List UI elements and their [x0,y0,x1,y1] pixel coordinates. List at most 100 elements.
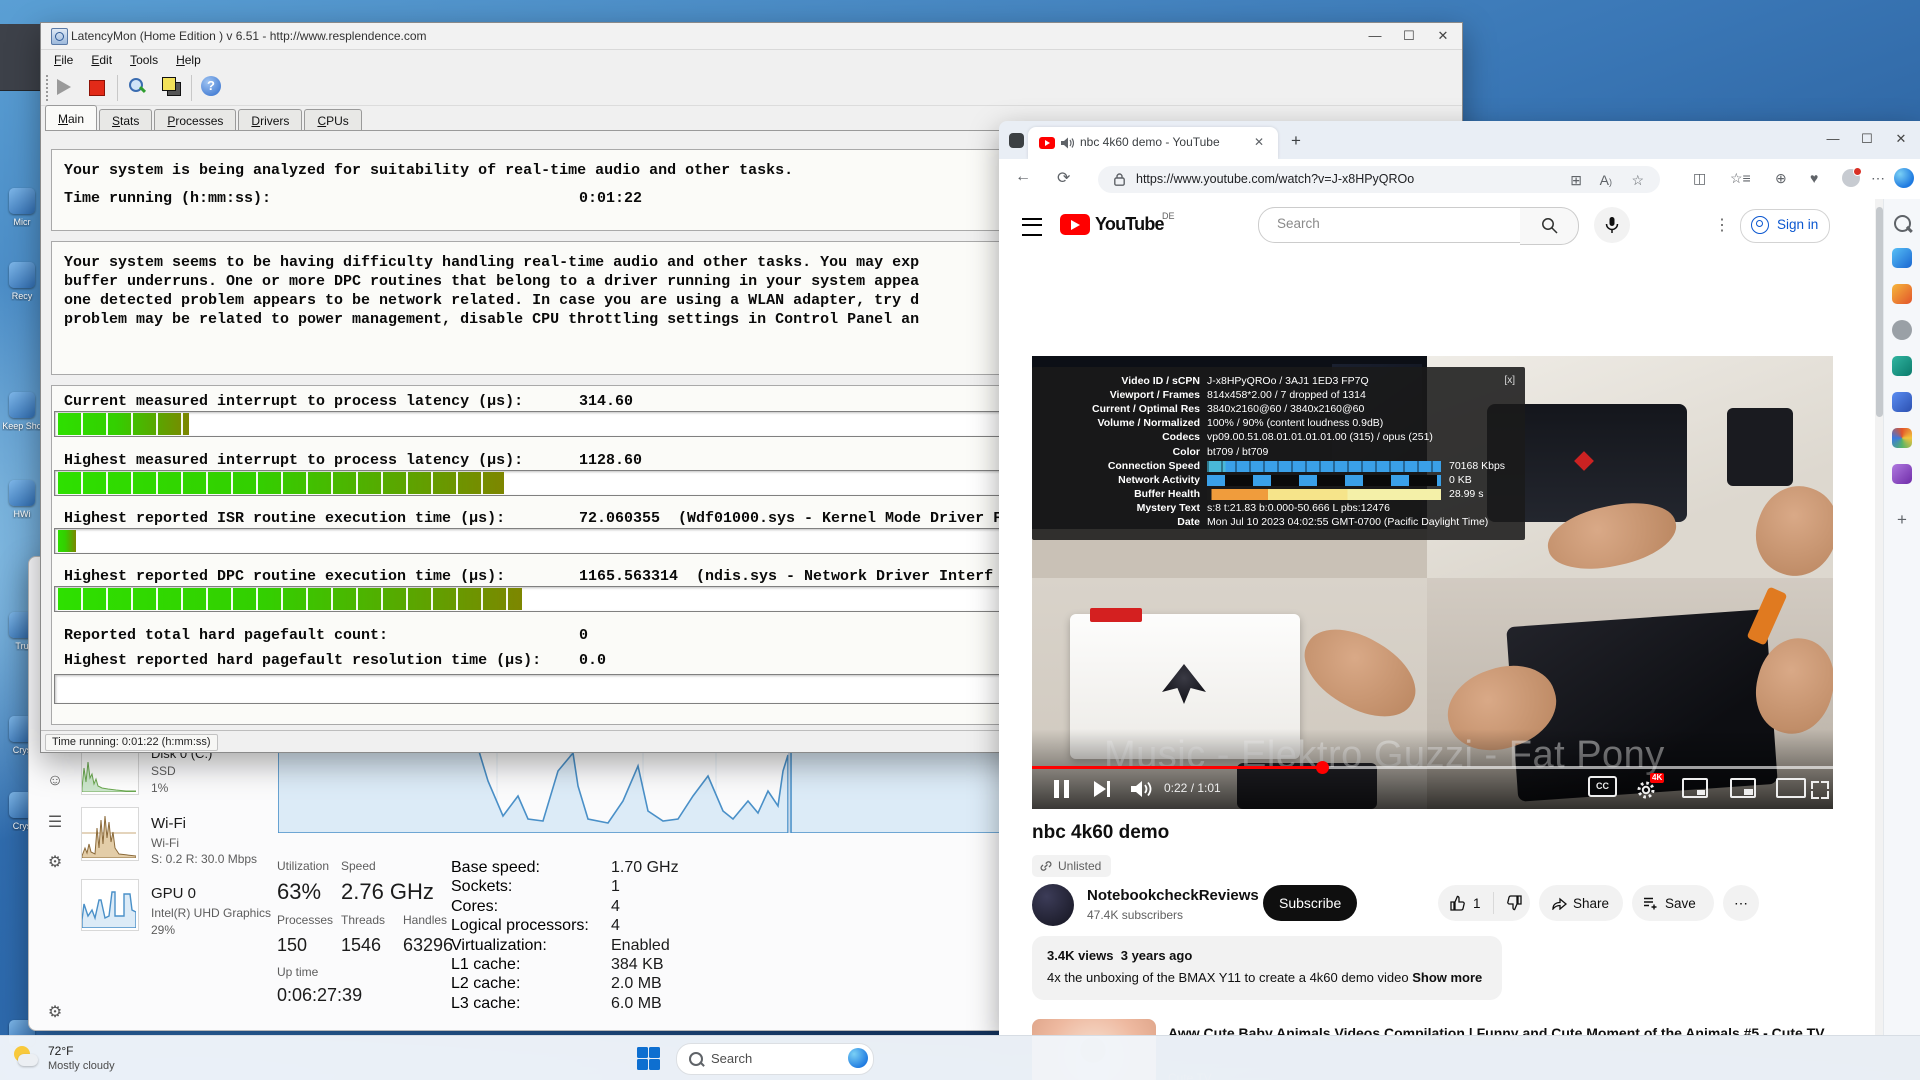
browser-tab[interactable]: nbc 4k60 demo - YouTube ✕ [1028,127,1278,159]
edge-browser-window[interactable]: nbc 4k60 demo - YouTube ✕ + — ☐ ✕ ← ⟳ ht… [999,121,1920,1035]
captions-button[interactable]: CC [1588,776,1617,797]
latencymon-titlebar[interactable]: LatencyMon (Home Edition ) v 6.51 - http… [41,23,1462,50]
window-minimize-button[interactable]: — [1818,125,1848,153]
settings-menu-icon[interactable]: ⋯ [1871,170,1885,187]
help-icon[interactable]: ? [201,76,221,96]
sidebar-app-icon[interactable] [1892,428,1912,448]
apps-icon[interactable]: ⊞ [1570,172,1582,189]
details-list-icon[interactable]: ☰ [45,813,65,833]
more-actions-button[interactable]: ⋯ [1723,885,1759,921]
favorite-star-icon[interactable]: ☆ [1631,172,1644,189]
video-player[interactable]: [x] Video ID / sCPN J-x8HPyQROo / 3AJ1 1… [1032,356,1833,809]
desktop-icon[interactable]: HWi [2,480,42,519]
users-icon[interactable]: ☺ [45,771,65,791]
browser-essentials-icon[interactable]: ♥ [1810,170,1818,186]
collections-icon[interactable]: ⊕ [1775,170,1787,187]
share-button[interactable]: Share [1539,885,1623,921]
next-button[interactable] [1090,778,1114,800]
youtube-logo-text[interactable]: YouTube [1095,214,1164,235]
settings-icon[interactable]: ⚙ [45,1003,65,1023]
split-screen-icon[interactable]: ◫ [1693,170,1706,187]
sidebar-app-icon[interactable] [1892,320,1912,340]
start-button[interactable] [636,1046,660,1070]
tab-close-icon[interactable]: ✕ [1254,135,1264,149]
subscribe-button[interactable]: Subscribe [1263,885,1357,921]
tab-audio-icon[interactable] [1061,137,1074,149]
sign-in-button[interactable]: Sign in [1740,209,1830,243]
gpu-name[interactable]: GPU 0 [151,885,196,902]
menu-item[interactable]: Tools [121,50,167,70]
cpu-utilization-chart[interactable] [278,741,1011,833]
tab-workspaces-icon[interactable] [1009,133,1024,148]
description-box[interactable]: 3.4K views 3 years ago 4x the unboxing o… [1032,936,1502,1000]
gpu-mini-graph[interactable] [81,879,139,931]
fullscreen-button[interactable] [1811,781,1829,799]
new-tab-button[interactable]: + [1291,131,1301,151]
stop-monitor-icon[interactable] [89,80,105,96]
menu-item[interactable]: Edit [82,50,121,70]
sidebar-app-icon[interactable] [1892,356,1912,376]
scrollbar-thumb[interactable] [1876,207,1883,417]
desktop-icon[interactable]: Keep Sho [2,392,42,431]
url-text[interactable]: https://www.youtube.com/watch?v=J-x8HPyQ… [1136,172,1414,186]
stats-close-button[interactable]: [x] [1504,375,1515,386]
like-dislike-pill[interactable]: 1 [1438,885,1530,921]
channel-name[interactable]: NotebookcheckReviews [1087,887,1259,904]
lock-icon[interactable] [1114,173,1125,186]
minimize-button[interactable]: — [1358,23,1392,48]
profile-avatar[interactable] [1842,169,1860,187]
tab-main[interactable]: Main [45,105,97,131]
wifi-name[interactable]: Wi-Fi [151,815,186,832]
sidebar-app-icon[interactable] [1892,392,1912,412]
search-input[interactable]: Search [1258,207,1522,243]
hamburger-menu-icon[interactable] [1022,218,1042,236]
desktop-icon[interactable]: Recy [2,262,42,301]
desktop-icon[interactable]: Micr [2,188,42,227]
pause-button[interactable] [1050,778,1074,800]
show-more-link[interactable]: Show more [1412,970,1482,985]
progress-bar[interactable] [1032,766,1833,769]
disk-mini-graph[interactable] [81,747,139,795]
stats-for-nerds-panel[interactable]: [x] Video ID / sCPN J-x8HPyQROo / 3AJ1 1… [1032,367,1525,540]
sidebar-app-icon[interactable] [1892,284,1912,304]
window-close-button[interactable]: ✕ [1886,125,1916,153]
wifi-mini-graph[interactable] [81,807,139,861]
refresh-button[interactable]: ⟳ [1057,168,1070,188]
weather-widget[interactable]: 72°F Mostly cloudy [10,1041,190,1075]
sidebar-app-icon[interactable] [1892,248,1912,268]
close-button[interactable]: ✕ [1426,23,1460,48]
youtube-logo-icon[interactable] [1060,214,1090,235]
save-button[interactable]: Save [1632,885,1714,921]
favorites-icon[interactable]: ☆≡ [1730,170,1751,187]
miniplayer-button[interactable] [1682,778,1708,798]
pip-button[interactable] [1730,778,1756,798]
stats-windows-icon[interactable] [161,76,181,96]
toolbar-gripper[interactable] [46,75,51,101]
window-maximize-button[interactable]: ☐ [1852,125,1882,153]
maximize-button[interactable]: ☐ [1392,23,1426,48]
voice-search-button[interactable] [1594,207,1630,243]
speed-value: 2.76 GHz [341,879,434,905]
progress-scrubber[interactable] [1316,761,1329,774]
search-icon [689,1052,703,1066]
address-bar[interactable]: https://www.youtube.com/watch?v=J-x8HPyQ… [1098,166,1660,193]
analyze-icon[interactable] [127,76,147,96]
menu-item[interactable]: Help [167,50,210,70]
dislike-icon[interactable] [1506,895,1522,911]
menu-item[interactable]: File [45,50,82,70]
read-aloud-icon[interactable]: A) [1600,172,1612,188]
services-icon[interactable]: ⚙ [45,853,65,873]
channel-avatar[interactable] [1032,884,1074,926]
theater-mode-button[interactable] [1776,778,1806,798]
sidebar-app-icon[interactable] [1894,215,1911,232]
volume-button[interactable] [1129,778,1153,800]
kebab-menu-icon[interactable]: ⋮ [1714,215,1730,235]
like-icon[interactable] [1450,895,1466,911]
search-button[interactable] [1520,207,1579,245]
taskbar-search[interactable]: Search [676,1043,874,1075]
sidebar-app-icon[interactable] [1892,464,1912,484]
bing-sidebar-icon[interactable] [1894,168,1914,188]
start-monitor-icon[interactable] [57,79,71,95]
sidebar-add-icon[interactable]: + [1892,510,1912,530]
back-button[interactable]: ← [1015,168,1031,186]
